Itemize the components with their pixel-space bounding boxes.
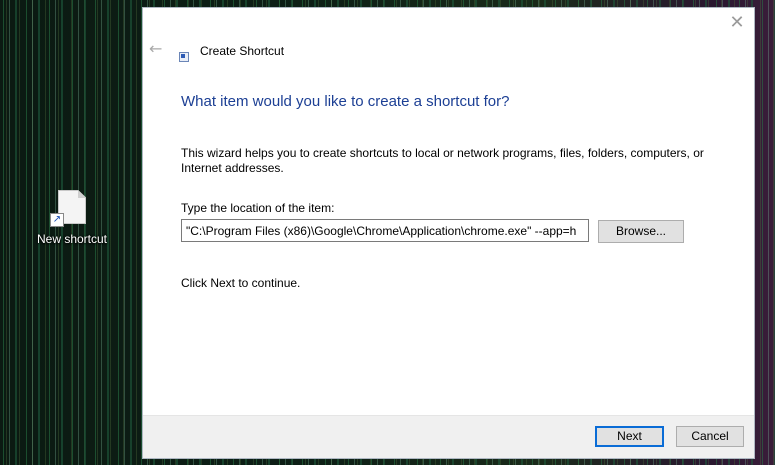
continue-instruction: Click Next to continue. [181,276,301,290]
next-button[interactable]: Next [595,426,664,447]
cancel-button[interactable]: Cancel [676,426,744,447]
location-label: Type the location of the item: [181,201,335,215]
shortcut-title-icon [179,52,189,62]
dialog-title: Create Shortcut [200,44,285,58]
desktop-icon-label: New shortcut [36,232,108,246]
location-input[interactable] [181,219,589,242]
desktop-icon-new-shortcut[interactable]: New shortcut [30,190,114,246]
file-fold-corner [78,191,85,198]
shortcut-arrow-icon: ↗ [50,213,64,227]
create-shortcut-dialog: ✕ ← Create Shortcut What item would you … [142,7,755,459]
browse-button[interactable]: Browse... [598,220,684,243]
wizard-heading: What item would you like to create a sho… [181,93,510,110]
close-icon[interactable]: ✕ [726,12,748,34]
back-arrow-icon[interactable]: ← [149,40,167,58]
wizard-description: This wizard helps you to create shortcut… [181,146,704,175]
dialog-footer: Next Cancel [143,415,754,458]
